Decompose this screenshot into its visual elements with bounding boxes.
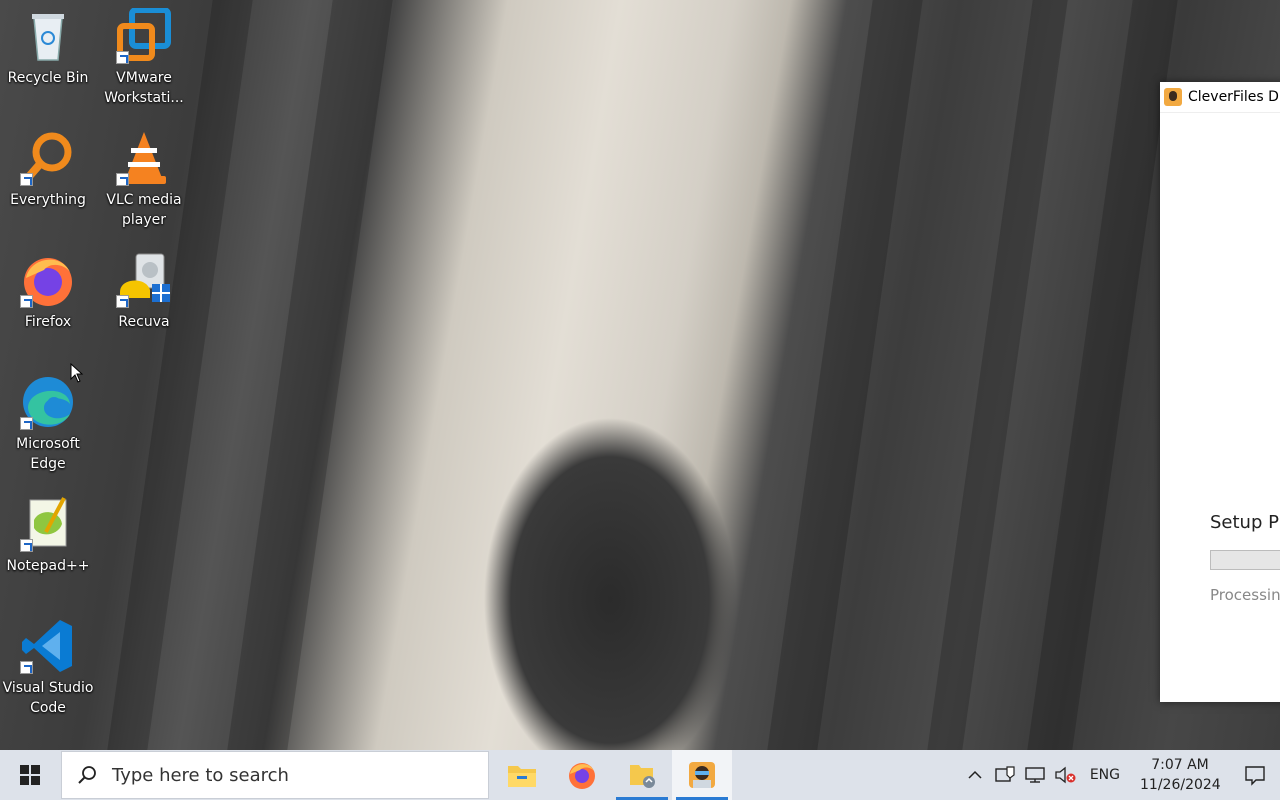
show-hidden-icons-chevron-icon[interactable]	[960, 750, 990, 800]
desktop-icon-label: Microsoft Edge	[16, 436, 80, 472]
desktop-icon-vmware[interactable]: VMware Workstati...	[98, 7, 190, 108]
shortcut-arrow-icon	[20, 173, 33, 186]
edge-icon	[20, 374, 76, 430]
desktop-icon-edge[interactable]: Microsoft Edge	[2, 374, 94, 474]
disk-drill-icon	[689, 762, 715, 788]
windows-logo-icon	[20, 765, 40, 785]
desktop-icon-firefox[interactable]: Firefox	[2, 252, 94, 332]
start-button[interactable]	[0, 750, 60, 800]
everything-search-icon	[20, 130, 76, 186]
vscode-icon	[20, 618, 76, 674]
setup-progress-bar	[1210, 550, 1280, 570]
desktop-icon-vlc[interactable]: VLC media player	[98, 130, 190, 230]
desktop-icon-label: VLC media player	[106, 192, 182, 228]
search-placeholder: Type here to search	[112, 764, 289, 786]
desktop-icon-label: Visual Studio Code	[2, 680, 94, 716]
taskbar-firefox[interactable]	[552, 750, 612, 800]
setup-progress-heading: Setup Pr	[1210, 512, 1280, 533]
desktop-icon-label: Recuva	[118, 314, 170, 330]
setup-window[interactable]: CleverFiles Dis Setup Pr Processin	[1160, 82, 1280, 702]
taskbar-disk-drill-setup[interactable]	[672, 750, 732, 800]
desktop-icon-label: Firefox	[24, 314, 72, 330]
disk-drill-icon	[1164, 88, 1182, 106]
recycle-bin-icon	[20, 8, 76, 64]
volume-muted-icon[interactable]	[1050, 750, 1080, 800]
shortcut-arrow-icon	[116, 295, 129, 308]
language-indicator[interactable]: ENG	[1080, 767, 1130, 783]
setup-status-text: Processin	[1210, 586, 1280, 604]
desktop-icon-label: Recycle Bin	[7, 70, 89, 86]
taskbar-clock[interactable]: 7:07 AM 11/26/2024	[1130, 755, 1230, 795]
system-tray: ENG 7:07 AM 11/26/2024	[960, 750, 1280, 800]
setup-window-title: CleverFiles Dis	[1188, 89, 1280, 105]
firefox-icon	[20, 252, 76, 308]
desktop-icon-label: Everything	[10, 192, 86, 208]
desktop-background: Recycle Bin VMware Workstati... Everythi…	[0, 0, 1280, 750]
notification-center-button[interactable]	[1230, 750, 1280, 800]
network-icon[interactable]	[1020, 750, 1050, 800]
firefox-icon	[569, 763, 595, 789]
taskbar-file-explorer-window[interactable]	[612, 750, 672, 800]
shortcut-arrow-icon	[116, 51, 129, 64]
shortcut-arrow-icon	[20, 295, 33, 308]
search-icon	[62, 765, 112, 785]
desktop-icon-recycle-bin[interactable]: Recycle Bin	[2, 8, 94, 88]
setup-window-titlebar[interactable]: CleverFiles Dis	[1160, 82, 1280, 113]
shortcut-arrow-icon	[116, 173, 129, 186]
folder-icon	[630, 765, 655, 788]
taskbar-search-box[interactable]: Type here to search	[61, 751, 489, 799]
shortcut-arrow-icon	[20, 417, 33, 430]
desktop-icon-recuva[interactable]: Recuva	[98, 252, 190, 332]
clock-time: 7:07 AM	[1151, 757, 1209, 773]
file-explorer-icon	[508, 766, 536, 787]
desktop-icon-notepad-plus-plus[interactable]: Notepad++	[2, 496, 94, 576]
taskbar: Type here to search ENG 7:07 AM 11/26/20…	[0, 750, 1280, 800]
security-center-icon[interactable]	[990, 750, 1020, 800]
shortcut-arrow-icon	[20, 661, 33, 674]
desktop-icon-everything[interactable]: Everything	[2, 130, 94, 210]
notepad-plus-plus-icon	[20, 496, 76, 552]
vlc-icon	[116, 130, 172, 186]
taskbar-file-explorer[interactable]	[492, 750, 552, 800]
shortcut-arrow-icon	[20, 539, 33, 552]
desktop-icon-vscode[interactable]: Visual Studio Code	[2, 618, 94, 718]
notification-icon	[1245, 766, 1265, 786]
recuva-icon	[116, 252, 172, 308]
clock-date: 11/26/2024	[1140, 777, 1221, 793]
vmware-icon	[116, 7, 172, 64]
desktop-icon-label: Notepad++	[6, 558, 90, 574]
desktop-icon-label: VMware Workstati...	[104, 70, 184, 106]
